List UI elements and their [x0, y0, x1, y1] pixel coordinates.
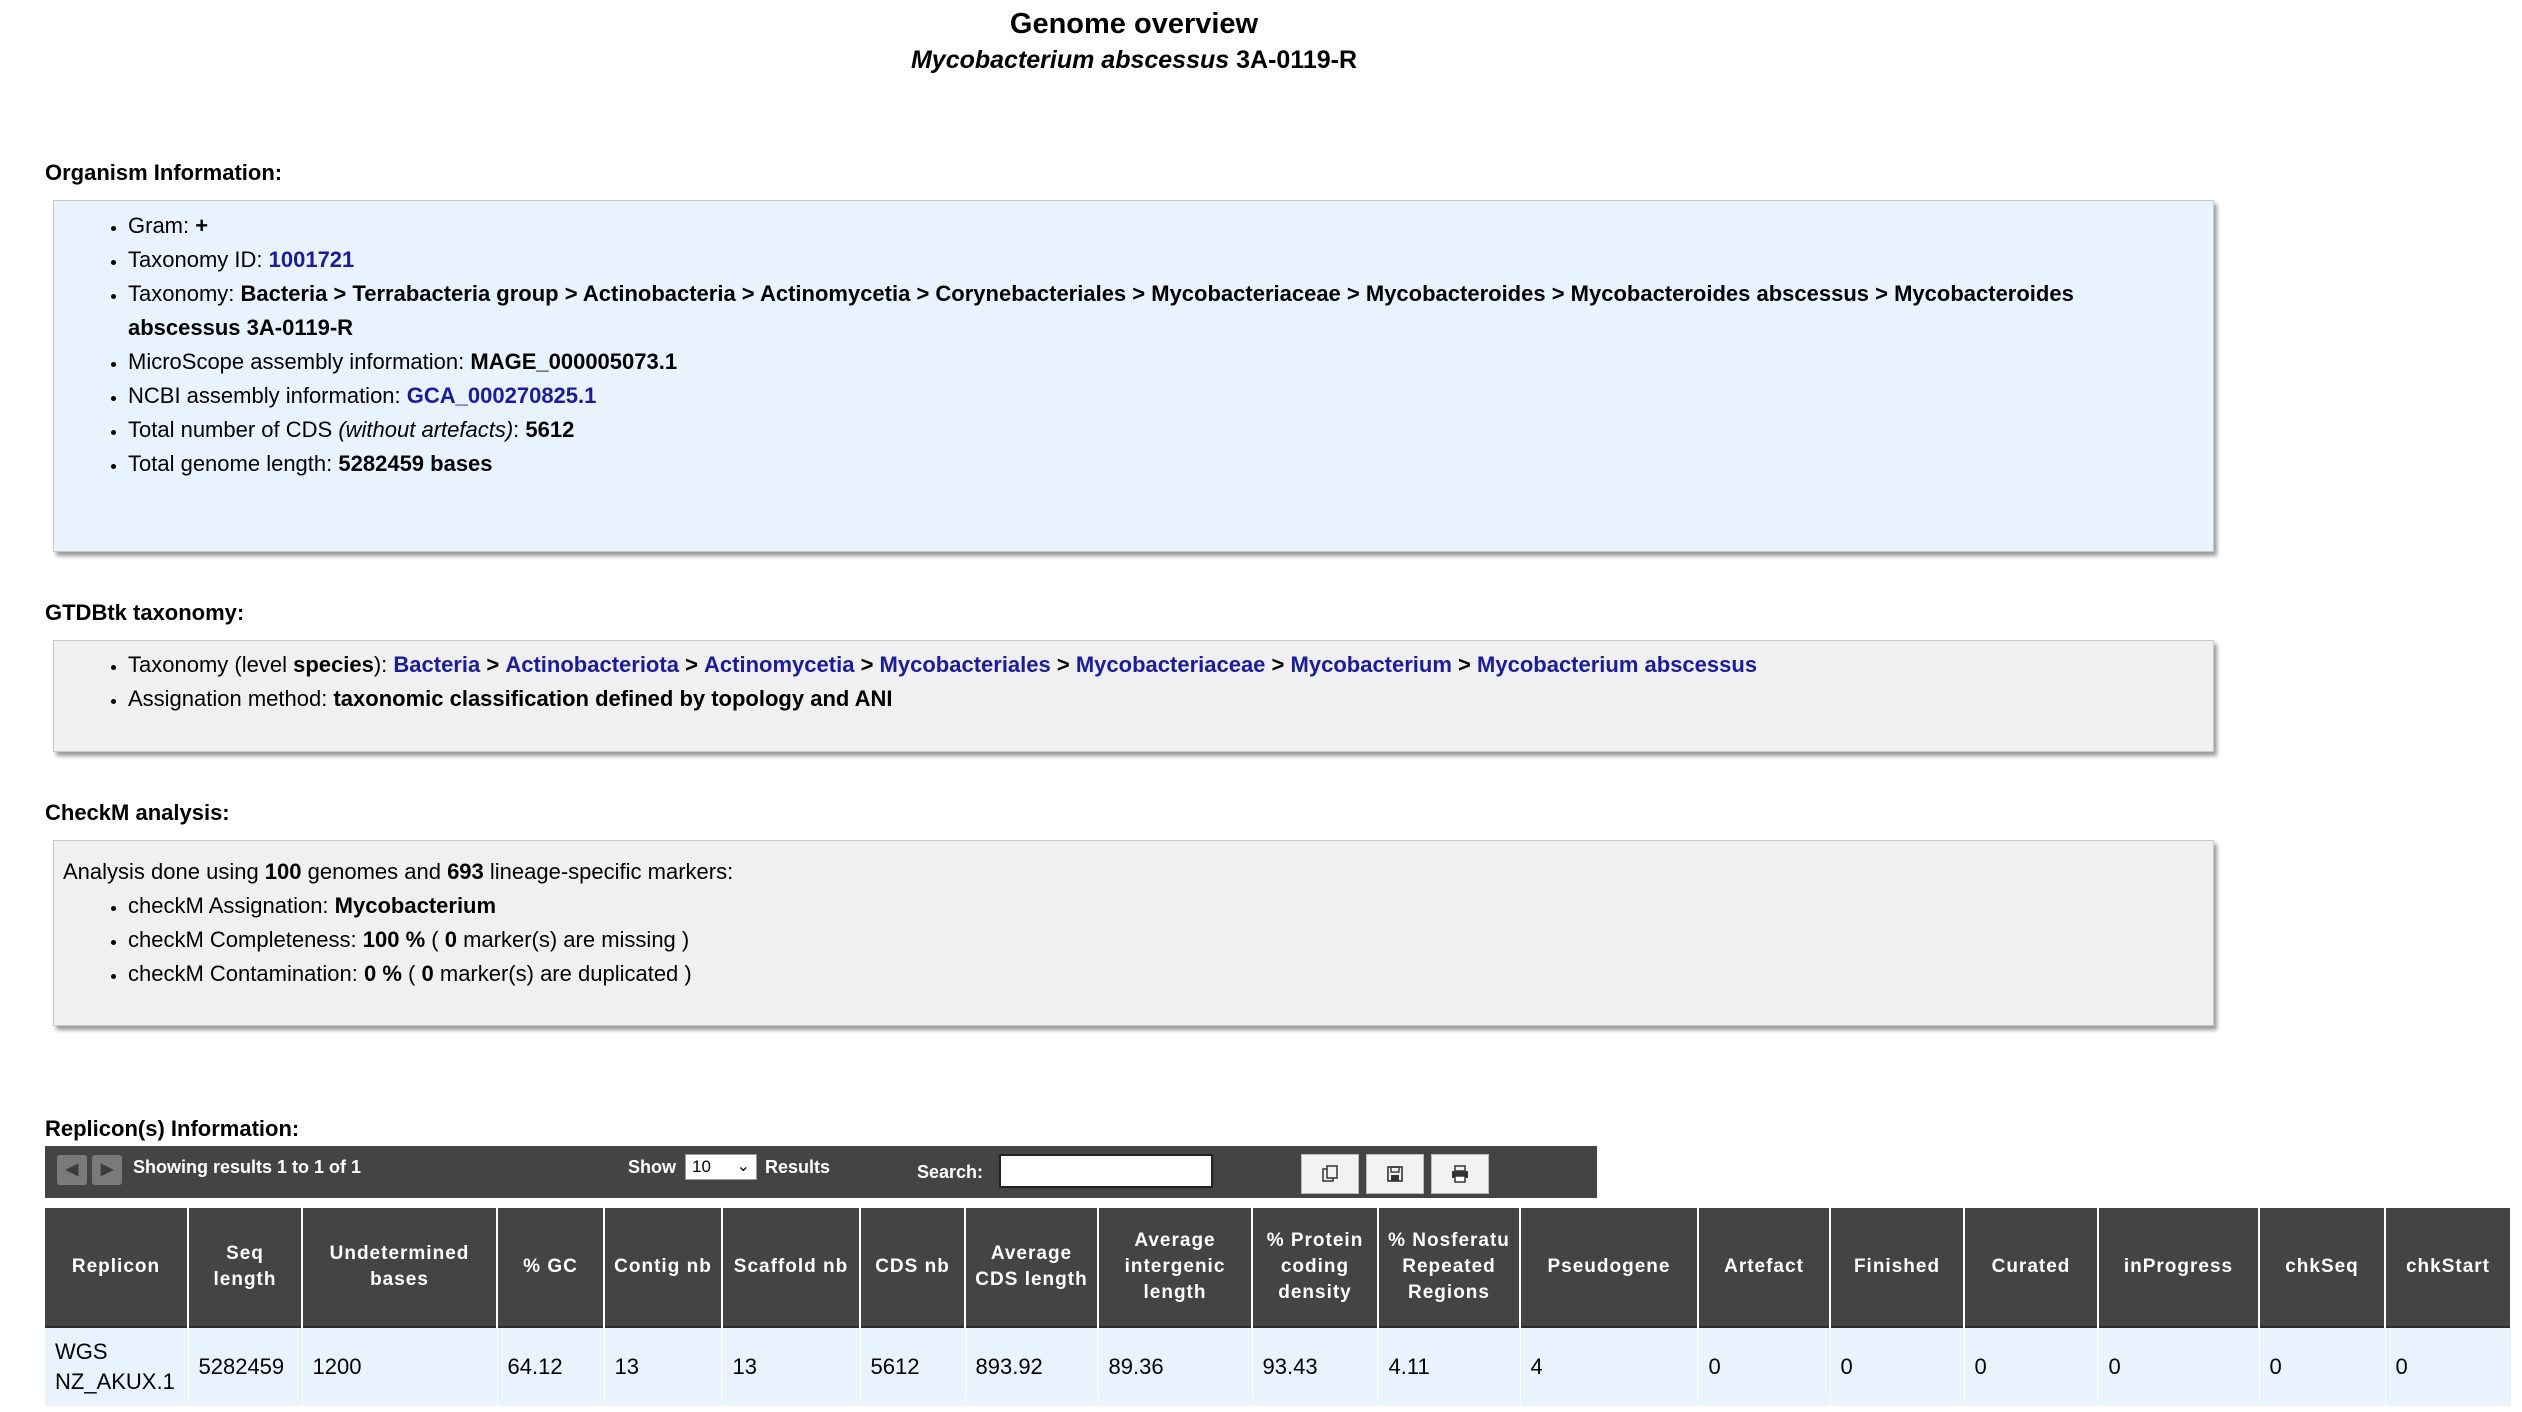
column-header[interactable]: Replicon [45, 1208, 189, 1327]
page-title: Genome overview [1009, 8, 1259, 40]
cds-count-item: Total number of CDS (without artefacts):… [128, 413, 2213, 447]
show-label: Show [628, 1157, 676, 1177]
copy-icon [1322, 1165, 1338, 1182]
ncbi-assembly-item: NCBI assembly information: GCA_000270825… [128, 379, 2213, 413]
column-header[interactable]: chkSeq [2259, 1208, 2386, 1327]
gtdb-rank-link[interactable]: Mycobacterium abscessus [1477, 652, 1757, 677]
ncbi-assembly-link[interactable]: GCA_000270825.1 [407, 383, 597, 408]
replicons-heading: Replicon(s) Information: [45, 1116, 300, 1141]
column-header[interactable]: Average CDS length [965, 1208, 1099, 1327]
organism-info-panel: Gram: + Taxonomy ID: 1001721 Taxonomy: B… [53, 200, 2214, 552]
table-cell: 1200 [302, 1326, 498, 1406]
gtdbtk-method-item: Assignation method: taxonomic classifica… [128, 682, 2213, 716]
checkm-completeness-item: checkM Completeness: 100 % ( 0 marker(s)… [128, 923, 2213, 957]
prev-page-icon[interactable]: ◀ [57, 1155, 87, 1185]
table-cell: 0 [2259, 1326, 2386, 1406]
gtdbtk-heading: GTDBtk taxonomy: [45, 600, 245, 625]
microscope-assembly-item: MicroScope assembly information: MAGE_00… [128, 345, 2213, 379]
results-info: Showing results 1 to 1 of 1 [133, 1157, 362, 1177]
table-cell: 0 [1698, 1326, 1831, 1406]
table-cell: 4 [1520, 1326, 1699, 1406]
column-header[interactable]: CDS nb [860, 1208, 966, 1327]
gtdb-rank-link[interactable]: Mycobacteriaceae [1076, 652, 1266, 677]
organism-strain: 3A-0119-R [1236, 46, 1358, 74]
table-cell: 13 [604, 1326, 723, 1406]
checkm-heading: CheckM analysis: [45, 800, 230, 825]
column-header[interactable]: Average intergenic length [1098, 1208, 1253, 1327]
copy-button[interactable] [1301, 1154, 1359, 1194]
column-header[interactable]: % Protein coding density [1252, 1208, 1379, 1327]
column-header[interactable]: inProgress [2098, 1208, 2260, 1327]
gram-item: Gram: + [128, 209, 2213, 243]
table-header-row: Replicon Seq length Undetermined bases %… [45, 1208, 2512, 1327]
table-cell: 13 [722, 1326, 861, 1406]
column-header[interactable]: % Nosferatu Repeated Regions [1378, 1208, 1521, 1327]
table-cell: 0 [2098, 1326, 2260, 1406]
gtdb-rank-link[interactable]: Actinobacteriota [505, 652, 679, 677]
table-cell: 5612 [860, 1326, 966, 1406]
replicon-table: Replicon Seq length Undetermined bases %… [45, 1208, 2512, 1406]
table-cell: 0 [2385, 1326, 2512, 1406]
column-header[interactable]: Curated [1964, 1208, 2099, 1327]
print-button[interactable] [1431, 1154, 1489, 1194]
gtdbtk-panel: Taxonomy (level species): Bacteria > Act… [53, 640, 2214, 752]
column-header[interactable]: % GC [497, 1208, 605, 1327]
taxid-link[interactable]: 1001721 [269, 247, 355, 272]
gtdbtk-taxonomy-item: Taxonomy (level species): Bacteria > Act… [128, 648, 2213, 682]
table-cell: 93.43 [1252, 1326, 1379, 1406]
organism-subtitle: Mycobacterium abscessus 3A-0119-R [0, 46, 2268, 75]
table-row: WGS NZ_AKUX.1 5282459 1200 64.12 13 13 5… [45, 1326, 2512, 1406]
chevron-down-icon: ⌄ [736, 1158, 750, 1175]
table-cell: 893.92 [965, 1326, 1099, 1406]
gtdb-rank-link[interactable]: Mycobacteriales [880, 652, 1051, 677]
checkm-assignation-item: checkM Assignation: Mycobacterium [128, 889, 2213, 923]
table-cell: 5282459 [188, 1326, 303, 1406]
table-toolbar: ◀ ▶ Showing results 1 to 1 of 1 Show 10 … [45, 1146, 1597, 1198]
taxid-item: Taxonomy ID: 1001721 [128, 243, 2213, 277]
column-header[interactable]: chkStart [2385, 1208, 2512, 1327]
taxonomy-item: Taxonomy: Bacteria > Terrabacteria group… [128, 277, 2213, 345]
table-cell: 89.36 [1098, 1326, 1253, 1406]
checkm-intro: Analysis done using 100 genomes and 693 … [63, 859, 734, 884]
gtdb-rank-link[interactable]: Bacteria [393, 652, 480, 677]
checkm-panel: Analysis done using 100 genomes and 693 … [53, 840, 2214, 1026]
table-cell: 0 [1964, 1326, 2099, 1406]
organism-info-heading: Organism Information: [45, 160, 283, 185]
column-header[interactable]: Undetermined bases [302, 1208, 498, 1327]
column-header[interactable]: Scaffold nb [722, 1208, 861, 1327]
print-icon [1452, 1165, 1468, 1183]
column-header[interactable]: Pseudogene [1520, 1208, 1699, 1327]
genome-length-item: Total genome length: 5282459 bases [128, 447, 2213, 481]
table-cell: 0 [1830, 1326, 1965, 1406]
column-header[interactable]: Seq length [188, 1208, 303, 1327]
table-cell: WGS NZ_AKUX.1 [45, 1326, 189, 1406]
save-button[interactable] [1366, 1154, 1424, 1194]
checkm-contamination-item: checkM Contamination: 0 % ( 0 marker(s) … [128, 957, 2213, 991]
table-cell: 64.12 [497, 1326, 605, 1406]
gtdb-rank-link[interactable]: Actinomycetia [704, 652, 854, 677]
column-header[interactable]: Contig nb [604, 1208, 723, 1327]
results-label: Results [765, 1157, 831, 1177]
next-page-icon[interactable]: ▶ [92, 1155, 122, 1185]
search-label: Search: [917, 1162, 984, 1182]
page-size-select[interactable]: 10 ⌄ [685, 1154, 757, 1180]
search-input[interactable] [999, 1154, 1213, 1188]
column-header[interactable]: Artefact [1698, 1208, 1831, 1327]
organism-species: Mycobacterium abscessus [910, 46, 1230, 74]
save-icon [1387, 1166, 1403, 1182]
column-header[interactable]: Finished [1830, 1208, 1965, 1327]
table-cell: 4.11 [1378, 1326, 1521, 1406]
gtdb-rank-link[interactable]: Mycobacterium [1291, 652, 1452, 677]
